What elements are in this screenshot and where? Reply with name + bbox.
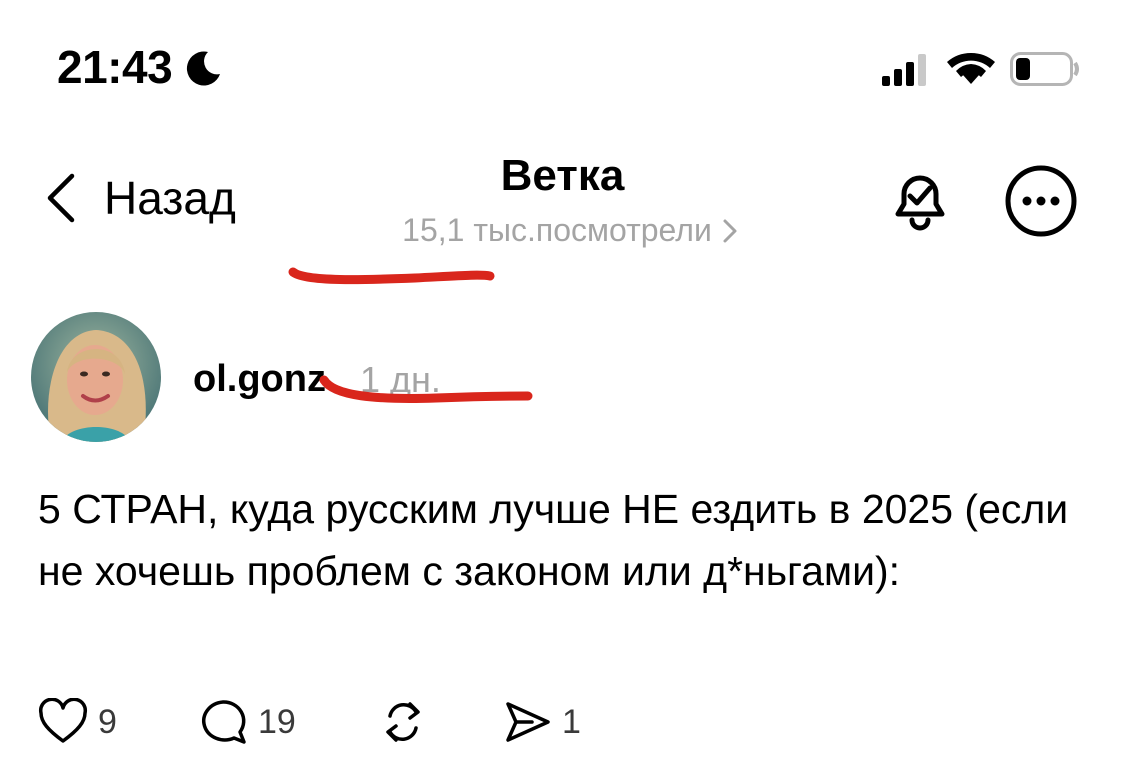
screen: 21:43 Назад Ветка 15,1 тыс.посмотрели ol… <box>0 0 1125 782</box>
back-button[interactable]: Назад <box>44 170 236 226</box>
views-count: 15,1 тыс.посмотрели <box>402 212 712 248</box>
more-icon[interactable] <box>1004 164 1078 238</box>
page-title: Ветка <box>500 151 625 200</box>
red-underline-annotation <box>288 267 495 285</box>
comment-button[interactable]: 19 <box>198 698 296 746</box>
like-button[interactable]: 9 <box>38 698 117 746</box>
views-link[interactable]: 15,1 тыс.посмотрели <box>340 212 800 249</box>
comment-bubble-icon <box>202 700 246 744</box>
wifi-icon <box>947 52 995 84</box>
heart-icon <box>38 698 88 743</box>
battery-icon <box>1010 52 1079 86</box>
red-underline-annotation <box>319 375 533 403</box>
send-icon <box>506 702 550 742</box>
moon-icon <box>186 51 220 86</box>
chevron-left-icon <box>47 173 75 223</box>
post-text: 5 СТРАН, куда русским лучше НЕ ездить в … <box>38 486 1069 594</box>
comment-count: 19 <box>258 702 296 741</box>
like-count: 9 <box>98 702 117 741</box>
repost-icon <box>386 702 420 742</box>
chevron-right-icon <box>723 219 737 242</box>
share-count: 1 <box>562 702 581 741</box>
repost-button[interactable] <box>378 698 428 746</box>
username[interactable]: ol.gonz <box>193 360 326 398</box>
share-button[interactable]: 1 <box>502 698 581 746</box>
cellular-signal-icon <box>882 54 926 86</box>
avatar-image <box>31 312 161 442</box>
back-label: Назад <box>104 172 236 224</box>
status-time: 21:43 <box>57 41 173 93</box>
bell-check-icon[interactable] <box>884 164 956 236</box>
avatar[interactable] <box>31 312 161 442</box>
